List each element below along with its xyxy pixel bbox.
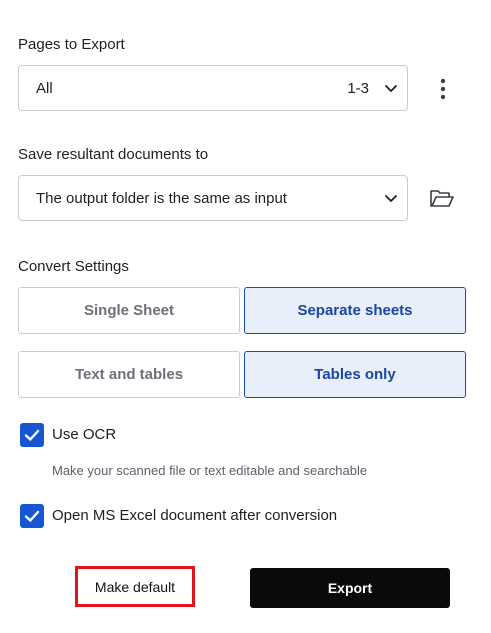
folder-open-icon[interactable] bbox=[429, 188, 455, 210]
pages-select-value: All bbox=[36, 79, 53, 97]
separate-sheets-option[interactable]: Separate sheets bbox=[244, 287, 466, 334]
text-and-tables-option[interactable]: Text and tables bbox=[18, 351, 240, 398]
use-ocr-label: Use OCR bbox=[52, 426, 117, 443]
pages-range: 1-3 bbox=[347, 79, 369, 97]
convert-settings-label: Convert Settings bbox=[18, 258, 129, 275]
chevron-down-icon bbox=[383, 190, 399, 206]
checkmark-icon bbox=[24, 510, 40, 522]
use-ocr-checkbox[interactable] bbox=[20, 423, 44, 447]
output-folder-select[interactable]: The output folder is the same as input bbox=[18, 175, 408, 221]
pages-to-export-label: Pages to Export bbox=[18, 36, 125, 53]
make-default-button[interactable]: Make default bbox=[75, 566, 195, 607]
more-vertical-icon[interactable] bbox=[434, 77, 452, 101]
open-excel-checkbox[interactable] bbox=[20, 504, 44, 528]
chevron-down-icon bbox=[383, 80, 399, 96]
pages-select[interactable]: All 1-3 bbox=[18, 65, 408, 111]
save-location-label: Save resultant documents to bbox=[18, 146, 209, 163]
output-folder-value: The output folder is the same as input bbox=[36, 189, 287, 207]
checkmark-icon bbox=[24, 429, 40, 441]
single-sheet-option[interactable]: Single Sheet bbox=[18, 287, 240, 334]
open-excel-label: Open MS Excel document after conversion bbox=[52, 507, 338, 524]
use-ocr-hint: Make your scanned file or text editable … bbox=[52, 463, 368, 478]
export-button[interactable]: Export bbox=[250, 568, 450, 608]
tables-only-option[interactable]: Tables only bbox=[244, 351, 466, 398]
